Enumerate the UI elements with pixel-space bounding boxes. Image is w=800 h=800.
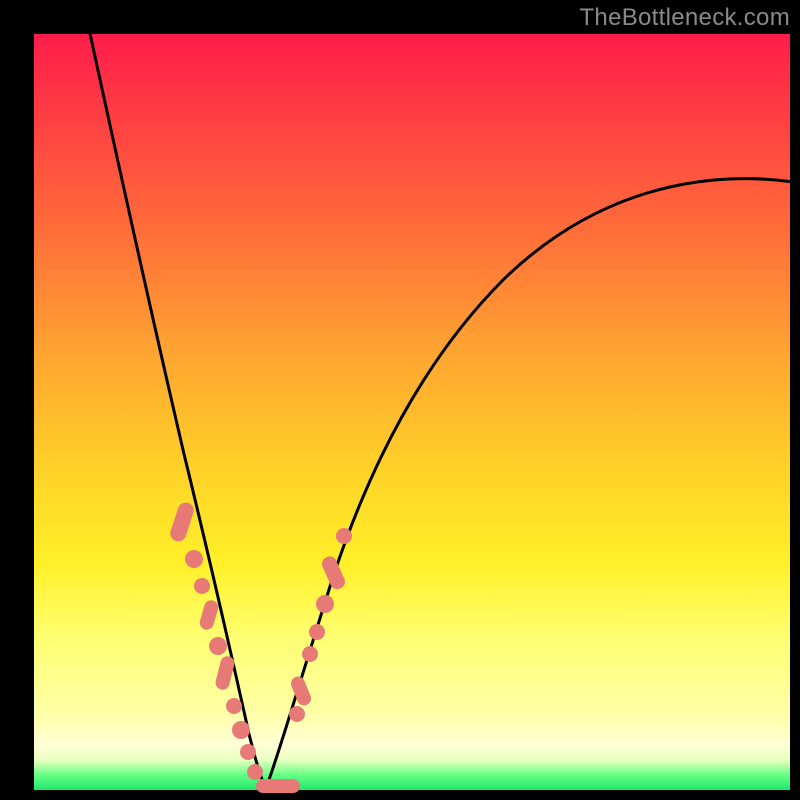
markers-right-cluster [289,528,352,722]
chart-frame: TheBottleneck.com [0,0,800,800]
markers-bottom-pill [256,779,300,793]
bottleneck-curve-right [266,179,794,788]
bottleneck-curve-left [89,29,266,788]
plot-area [34,34,790,790]
curve-svg [34,34,790,790]
watermark-text: TheBottleneck.com [579,4,790,32]
